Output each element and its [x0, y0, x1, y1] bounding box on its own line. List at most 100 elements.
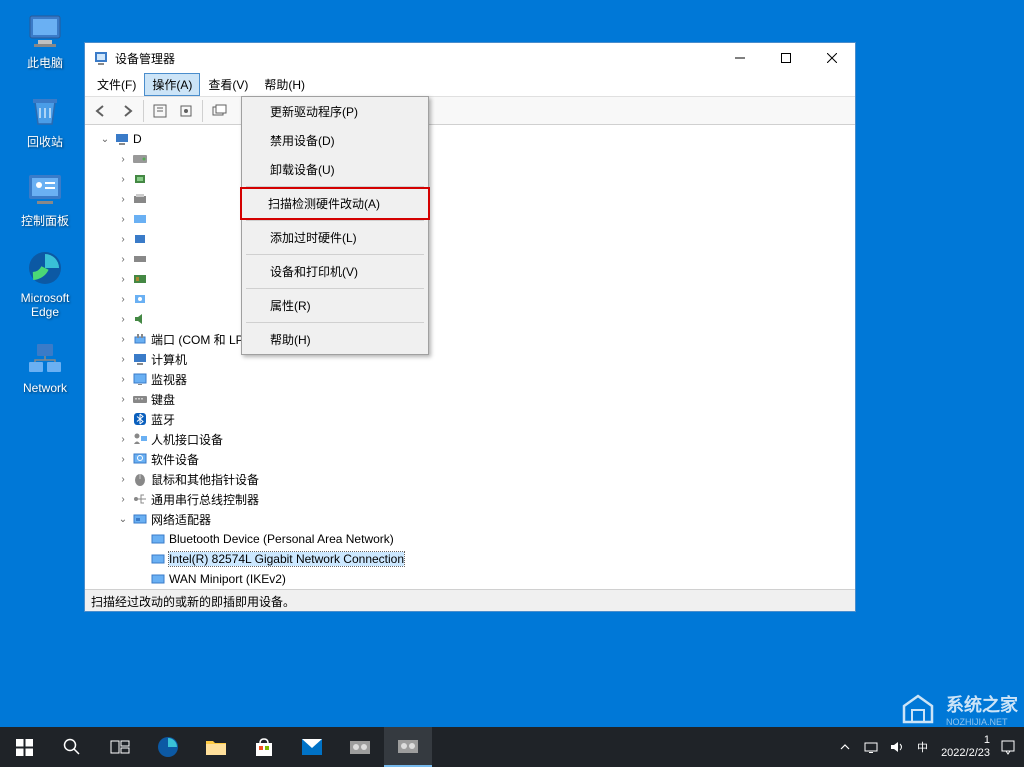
window-controls: [717, 43, 855, 73]
network-child-1[interactable]: Intel(R) 82574L Gigabit Network Connecti…: [89, 549, 851, 569]
menu-scan-hardware[interactable]: 扫描检测硬件改动(A): [240, 187, 430, 220]
expander-icon[interactable]: ⌄: [99, 134, 111, 145]
desktop-label: 此电脑: [27, 54, 63, 71]
expander-icon[interactable]: ›: [117, 394, 129, 405]
expander-icon[interactable]: ›: [117, 214, 129, 225]
menu-uninstall-device[interactable]: 卸载设备(U): [242, 155, 428, 184]
audio-icon: [132, 313, 148, 325]
back-button[interactable]: [89, 99, 113, 123]
tree-item[interactable]: ›: [89, 149, 851, 169]
tree-item[interactable]: ›: [89, 209, 851, 229]
expander-icon[interactable]: ›: [117, 494, 129, 505]
taskbar-device-manager[interactable]: [384, 727, 432, 767]
device-manager-icon: [93, 50, 109, 66]
taskbar-store[interactable]: [240, 727, 288, 767]
device-icon: [132, 253, 148, 265]
tree-root[interactable]: ⌄ D: [89, 129, 851, 149]
menu-separator: [246, 322, 424, 323]
expander-icon[interactable]: ›: [117, 194, 129, 205]
expander-icon[interactable]: ›: [117, 354, 129, 365]
expander-icon[interactable]: ›: [117, 254, 129, 265]
taskbar-explorer[interactable]: [192, 727, 240, 767]
expander-icon[interactable]: ›: [117, 274, 129, 285]
desktop-network[interactable]: Network: [10, 337, 80, 395]
toolbar-btn-3[interactable]: [148, 99, 172, 123]
network-child-0[interactable]: Bluetooth Device (Personal Area Network): [89, 529, 851, 549]
network-child-2[interactable]: WAN Miniport (IKEv2): [89, 569, 851, 589]
desktop-this-pc[interactable]: 此电脑: [10, 10, 80, 71]
tray-volume-icon[interactable]: [889, 739, 905, 755]
tree-item-monitor[interactable]: ›监视器: [89, 369, 851, 389]
taskbar-app1[interactable]: [336, 727, 384, 767]
expander-icon[interactable]: ›: [117, 234, 129, 245]
titlebar[interactable]: 设备管理器: [85, 43, 855, 73]
tree-item[interactable]: ›: [89, 249, 851, 269]
menu-disable-device[interactable]: 禁用设备(D): [242, 126, 428, 155]
expander-icon[interactable]: ›: [117, 454, 129, 465]
tree-item[interactable]: ›: [89, 169, 851, 189]
toolbar-separator: [143, 100, 144, 122]
desktop-recycle-bin[interactable]: 回收站: [10, 89, 80, 150]
taskbar-edge[interactable]: [144, 727, 192, 767]
toolbar-btn-5[interactable]: [207, 99, 231, 123]
menu-add-legacy[interactable]: 添加过时硬件(L): [242, 223, 428, 252]
tray-ime-icon[interactable]: 中: [915, 739, 931, 755]
menu-action[interactable]: 操作(A): [144, 73, 200, 96]
tree-item-mouse[interactable]: ›鼠标和其他指针设备: [89, 469, 851, 489]
menu-help[interactable]: 帮助(H): [242, 325, 428, 354]
minimize-button[interactable]: [717, 43, 763, 73]
desktop-edge[interactable]: Microsoft Edge: [10, 247, 80, 319]
taskbar-clock[interactable]: 1 2022/2/23: [941, 734, 990, 760]
expander-icon[interactable]: ›: [117, 374, 129, 385]
device-tree[interactable]: ⌄ D › › ›rs › › › › › › ›端口 (COM 和 LPT) …: [85, 125, 855, 589]
tree-item-software[interactable]: ›软件设备: [89, 449, 851, 469]
start-button[interactable]: [0, 727, 48, 767]
tree-item[interactable]: ›: [89, 229, 851, 249]
expander-icon[interactable]: ›: [117, 314, 129, 325]
menu-devices-printers[interactable]: 设备和打印机(V): [242, 257, 428, 286]
menu-file[interactable]: 文件(F): [89, 73, 144, 96]
keyboard-icon: [132, 393, 148, 405]
toolbar-btn-4[interactable]: [174, 99, 198, 123]
tree-item-ports[interactable]: ›端口 (COM 和 LPT): [89, 329, 851, 349]
tree-item-computer[interactable]: ›计算机: [89, 349, 851, 369]
mouse-icon: [133, 471, 147, 487]
forward-button[interactable]: [115, 99, 139, 123]
maximize-button[interactable]: [763, 43, 809, 73]
tree-item[interactable]: ›: [89, 269, 851, 289]
tray-chevron-icon[interactable]: [837, 739, 853, 755]
tree-item-usb[interactable]: ›通用串行总线控制器: [89, 489, 851, 509]
menu-help[interactable]: 帮助(H): [256, 73, 313, 96]
tree-item[interactable]: ›: [89, 309, 851, 329]
close-button[interactable]: [809, 43, 855, 73]
expander-icon[interactable]: ›: [117, 294, 129, 305]
task-view-button[interactable]: [96, 727, 144, 767]
tree-item-bluetooth[interactable]: ›蓝牙: [89, 409, 851, 429]
expander-icon[interactable]: ›: [117, 154, 129, 165]
tree-item-keyboard[interactable]: ›键盘: [89, 389, 851, 409]
expander-icon[interactable]: ⌄: [117, 514, 129, 525]
desktop-label: Network: [23, 381, 67, 395]
menu-view[interactable]: 查看(V): [200, 73, 256, 96]
desktop-control-panel[interactable]: 控制面板: [10, 168, 80, 229]
expander-icon[interactable]: ›: [117, 174, 129, 185]
menu-properties[interactable]: 属性(R): [242, 291, 428, 320]
expander-icon[interactable]: ›: [117, 414, 129, 425]
tree-item[interactable]: ›: [89, 289, 851, 309]
network-device-icon: [150, 552, 166, 566]
menu-update-driver[interactable]: 更新驱动程序(P): [242, 97, 428, 126]
tray-network-icon[interactable]: [863, 739, 879, 755]
window-title: 设备管理器: [115, 50, 717, 67]
taskbar-mail[interactable]: [288, 727, 336, 767]
search-button[interactable]: [48, 727, 96, 767]
network-device-icon: [150, 532, 166, 546]
tree-item[interactable]: ›rs: [89, 189, 851, 209]
expander-icon[interactable]: ›: [117, 474, 129, 485]
tree-item-network-adapters[interactable]: ⌄网络适配器: [89, 509, 851, 529]
usb-icon: [132, 492, 148, 506]
expander-icon[interactable]: ›: [117, 434, 129, 445]
tray-notifications-icon[interactable]: [1000, 739, 1016, 755]
bluetooth-icon: [132, 411, 148, 427]
tree-item-hid[interactable]: ›人机接口设备: [89, 429, 851, 449]
expander-icon[interactable]: ›: [117, 334, 129, 345]
